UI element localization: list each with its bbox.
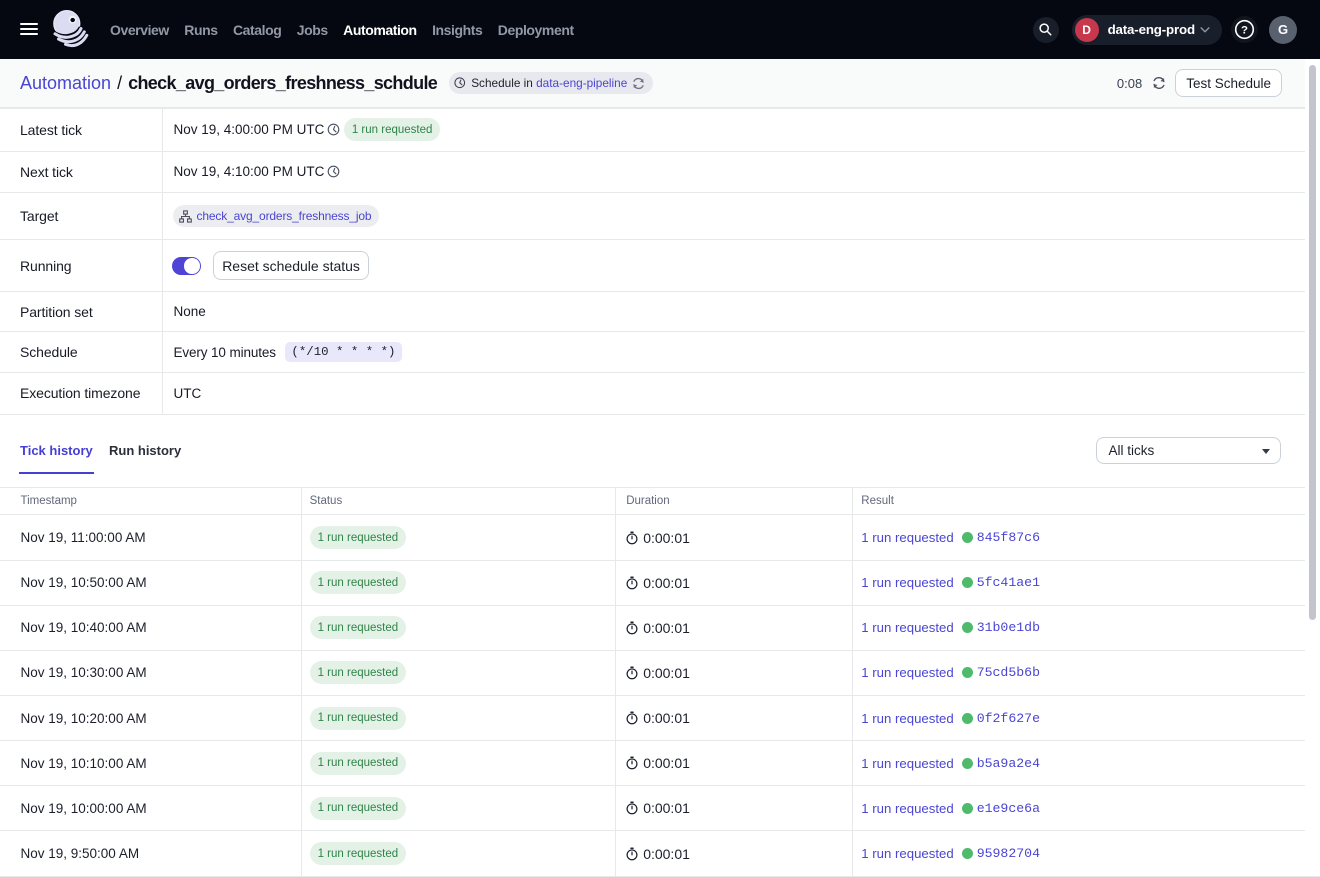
- svg-text:?: ?: [1241, 25, 1248, 37]
